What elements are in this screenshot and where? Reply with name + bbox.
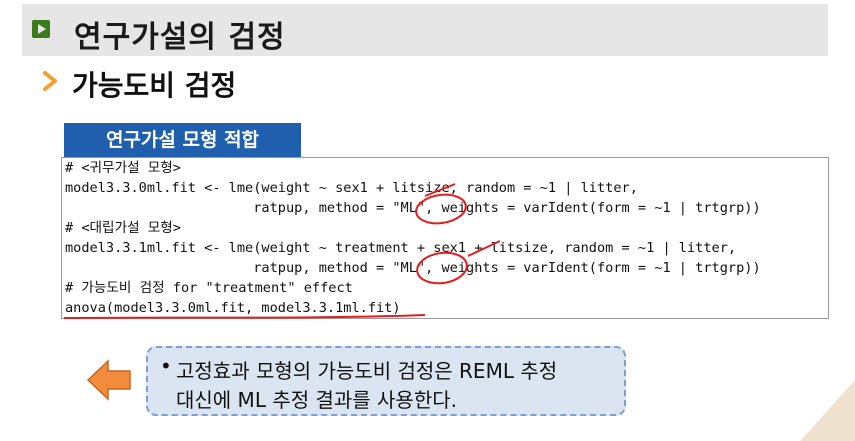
- corner-decoration: [800, 380, 855, 441]
